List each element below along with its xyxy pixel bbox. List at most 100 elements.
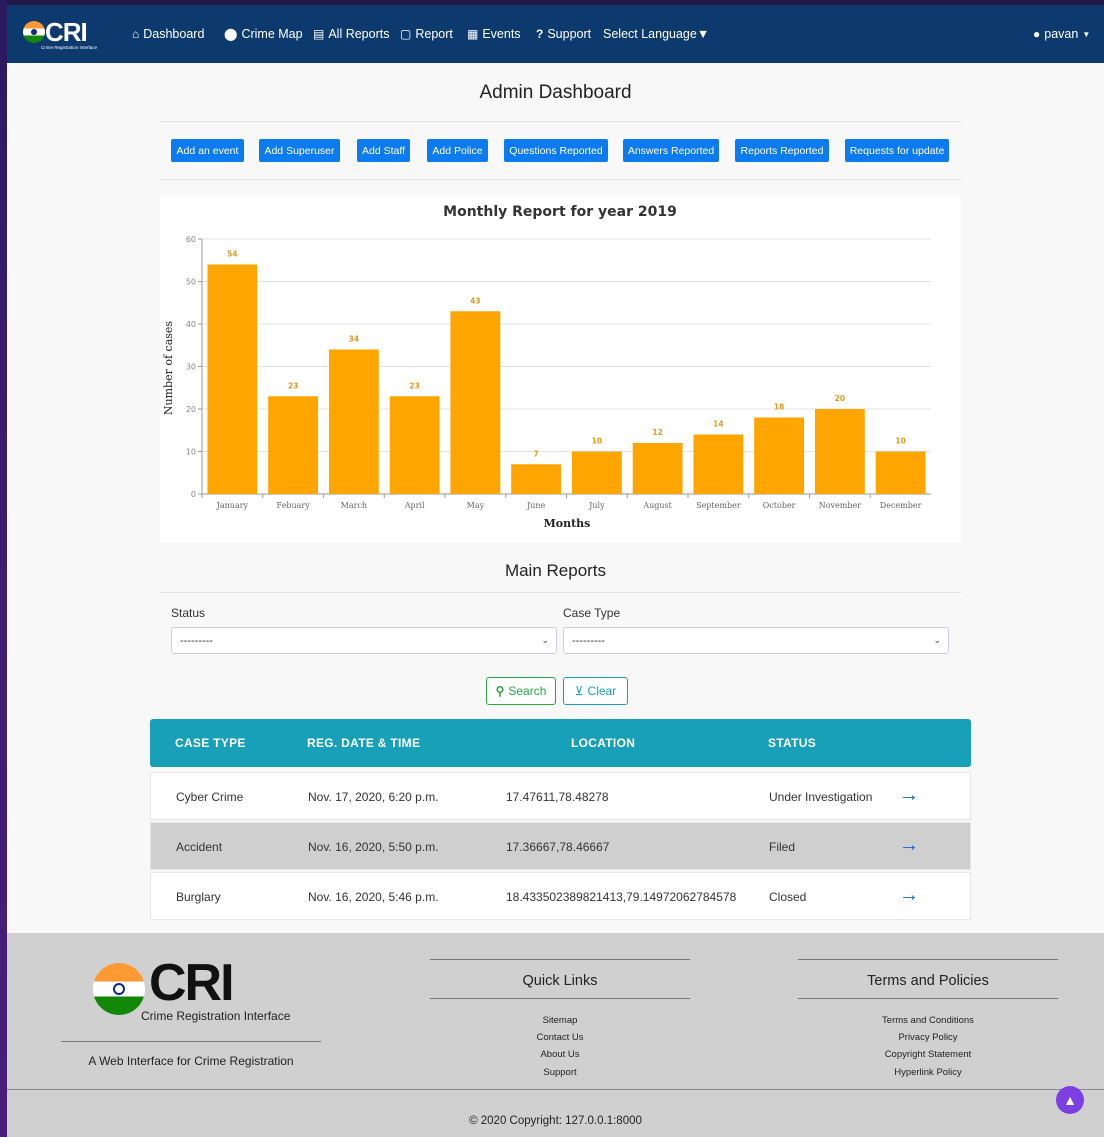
arrow-right-icon[interactable]: → — [899, 884, 919, 907]
status-select-value: --------- — [180, 635, 213, 647]
chart-x-tick-label: May — [467, 501, 485, 510]
chart-bar — [450, 311, 501, 494]
copyright: © 2020 Copyright: 127.0.0.1:8000 — [469, 1115, 642, 1127]
divider — [61, 1041, 321, 1042]
footer-link-privacy[interactable]: Privacy Policy — [798, 1032, 1058, 1043]
chart-svg: Monthly Report for year 2019 Number of c… — [162, 204, 931, 530]
chart-data-label: 34 — [349, 335, 359, 344]
chart-y-tick-label: 40 — [186, 320, 196, 329]
answers-reported-button[interactable]: Answers Reported — [623, 139, 719, 162]
case-type-select[interactable]: --------- ⌄ — [563, 627, 949, 654]
reports-table-header: CASE TYPE REG. DATE & TIME LOCATION STAT… — [150, 719, 971, 767]
nav-report-label: Report — [415, 27, 453, 41]
cell-date: Nov. 16, 2020, 5:46 p.m. — [308, 890, 439, 904]
reports-reported-button[interactable]: Reports Reported — [735, 139, 829, 162]
search-button[interactable]: ⚲ Search — [486, 677, 556, 705]
chevron-up-icon: ▲ — [1063, 1092, 1077, 1108]
footer-link-contact[interactable]: Contact Us — [430, 1032, 690, 1043]
arrow-right-icon[interactable]: → — [899, 784, 919, 807]
home-icon: ⌂ — [132, 27, 140, 41]
nav-crime-map[interactable]: ⬤ Crime Map — [224, 27, 303, 41]
add-event-button[interactable]: Add an event — [171, 139, 244, 162]
divider — [430, 998, 690, 999]
footer-logo-text: CRI — [149, 954, 235, 1012]
footer-link-terms[interactable]: Terms and Conditions — [798, 1015, 1058, 1026]
questions-reported-button[interactable]: Questions Reported — [504, 139, 608, 162]
chart-x-tick-label: December — [880, 501, 922, 510]
cell-case-type: Accident — [176, 840, 223, 854]
table-row: Accident Nov. 16, 2020, 5:50 p.m. 17.366… — [150, 822, 971, 870]
chart-bar — [571, 451, 622, 494]
cell-location: 17.47611,78.48278 — [506, 790, 609, 804]
clear-button[interactable]: ⊻ Clear — [563, 677, 628, 705]
page-title: Admin Dashboard — [479, 82, 632, 103]
status-label: Status — [171, 606, 206, 620]
chart-x-tick-label: September — [696, 501, 741, 510]
col-location: LOCATION — [571, 736, 636, 750]
divider — [798, 959, 1058, 960]
divider — [430, 959, 690, 960]
india-flag-icon — [23, 21, 45, 43]
clipboard-icon: ▢ — [400, 27, 412, 41]
chevron-down-icon: ⌄ — [541, 635, 549, 645]
case-type-select-value: --------- — [572, 635, 605, 647]
chart-x-tick-label: August — [642, 501, 672, 510]
requests-for-update-button[interactable]: Requests for update — [845, 139, 949, 162]
arrow-right-icon[interactable]: → — [899, 834, 919, 857]
add-police-button[interactable]: Add Police — [427, 139, 488, 162]
question-icon: ? — [536, 27, 544, 41]
calendar-icon: ▦ — [467, 27, 479, 41]
footer-link-support[interactable]: Support — [430, 1067, 690, 1078]
monthly-report-chart: Monthly Report for year 2019 Number of c… — [160, 196, 961, 543]
nav-dashboard[interactable]: ⌂ Dashboard — [132, 27, 204, 41]
status-select[interactable]: --------- ⌄ — [171, 627, 557, 654]
divider — [7, 1089, 1104, 1090]
divider — [798, 998, 1058, 999]
nav-crime-map-label: Crime Map — [241, 27, 303, 41]
chart-data-label: 20 — [835, 394, 845, 403]
chart-data-label: 14 — [713, 420, 723, 429]
map-marker-icon: ⬤ — [224, 27, 238, 41]
nav-report[interactable]: ▢ Report — [400, 27, 453, 41]
nav-all-reports[interactable]: ▤ All Reports — [313, 27, 389, 41]
chart-bar — [814, 409, 865, 494]
brand-logo[interactable]: CRI Crime Registration Interface — [21, 17, 111, 53]
add-superuser-button[interactable]: Add Superuser — [259, 139, 340, 162]
scroll-to-top-button[interactable]: ▲ — [1056, 1086, 1084, 1114]
chevron-down-icon: ⌄ — [933, 635, 941, 645]
chart-y-tick-label: 0 — [191, 490, 196, 499]
chart-bar — [328, 349, 379, 494]
footer-link-about[interactable]: About Us — [430, 1049, 690, 1060]
chart-data-label: 12 — [652, 428, 662, 437]
navbar: CRI Crime Registration Interface ⌂ Dashb… — [7, 0, 1104, 63]
chart-y-tick-label: 60 — [186, 235, 196, 244]
language-select-label: Select Language▼ — [603, 27, 710, 41]
language-select[interactable]: Select Language▼ — [603, 27, 709, 41]
chart-x-tick-label: October — [763, 501, 796, 510]
footer-link-sitemap[interactable]: Sitemap — [430, 1015, 690, 1026]
chart-y-tick-label: 50 — [186, 278, 196, 287]
footer-link-copyright[interactable]: Copyright Statement — [798, 1049, 1058, 1060]
footer-logo: CRI Crime Registration Interface — [93, 954, 313, 1023]
chart-bar — [268, 396, 319, 494]
nav-support[interactable]: ? Support — [536, 27, 591, 41]
nav-events[interactable]: ▦ Events — [467, 27, 521, 41]
user-menu[interactable]: ● pavan ▼ — [1033, 27, 1090, 41]
divider — [160, 121, 961, 122]
chart-data-label: 23 — [409, 381, 419, 390]
nav-all-reports-label: All Reports — [328, 27, 390, 41]
chart-x-axis-label: Months — [544, 517, 591, 530]
cell-date: Nov. 16, 2020, 5:50 p.m. — [308, 840, 439, 854]
chart-y-tick-label: 30 — [186, 363, 196, 372]
divider — [160, 179, 961, 180]
footer-logo-subtitle: Crime Registration Interface — [141, 1009, 291, 1023]
col-status: STATUS — [768, 736, 817, 750]
chart-data-label: 43 — [470, 296, 480, 305]
chart-data-label: 10 — [592, 437, 602, 446]
chart-data-label: 10 — [895, 437, 905, 446]
chart-bars: 54 January 23 Febuary 34 March 23 April 43 May 7 Ju… — [201, 250, 926, 510]
add-staff-button[interactable]: Add Staff — [357, 139, 410, 162]
footer-link-hyperlink[interactable]: Hyperlink Policy — [798, 1067, 1058, 1078]
main-reports-title: Main Reports — [504, 561, 607, 580]
chart-y-tick-label: 20 — [186, 405, 196, 414]
